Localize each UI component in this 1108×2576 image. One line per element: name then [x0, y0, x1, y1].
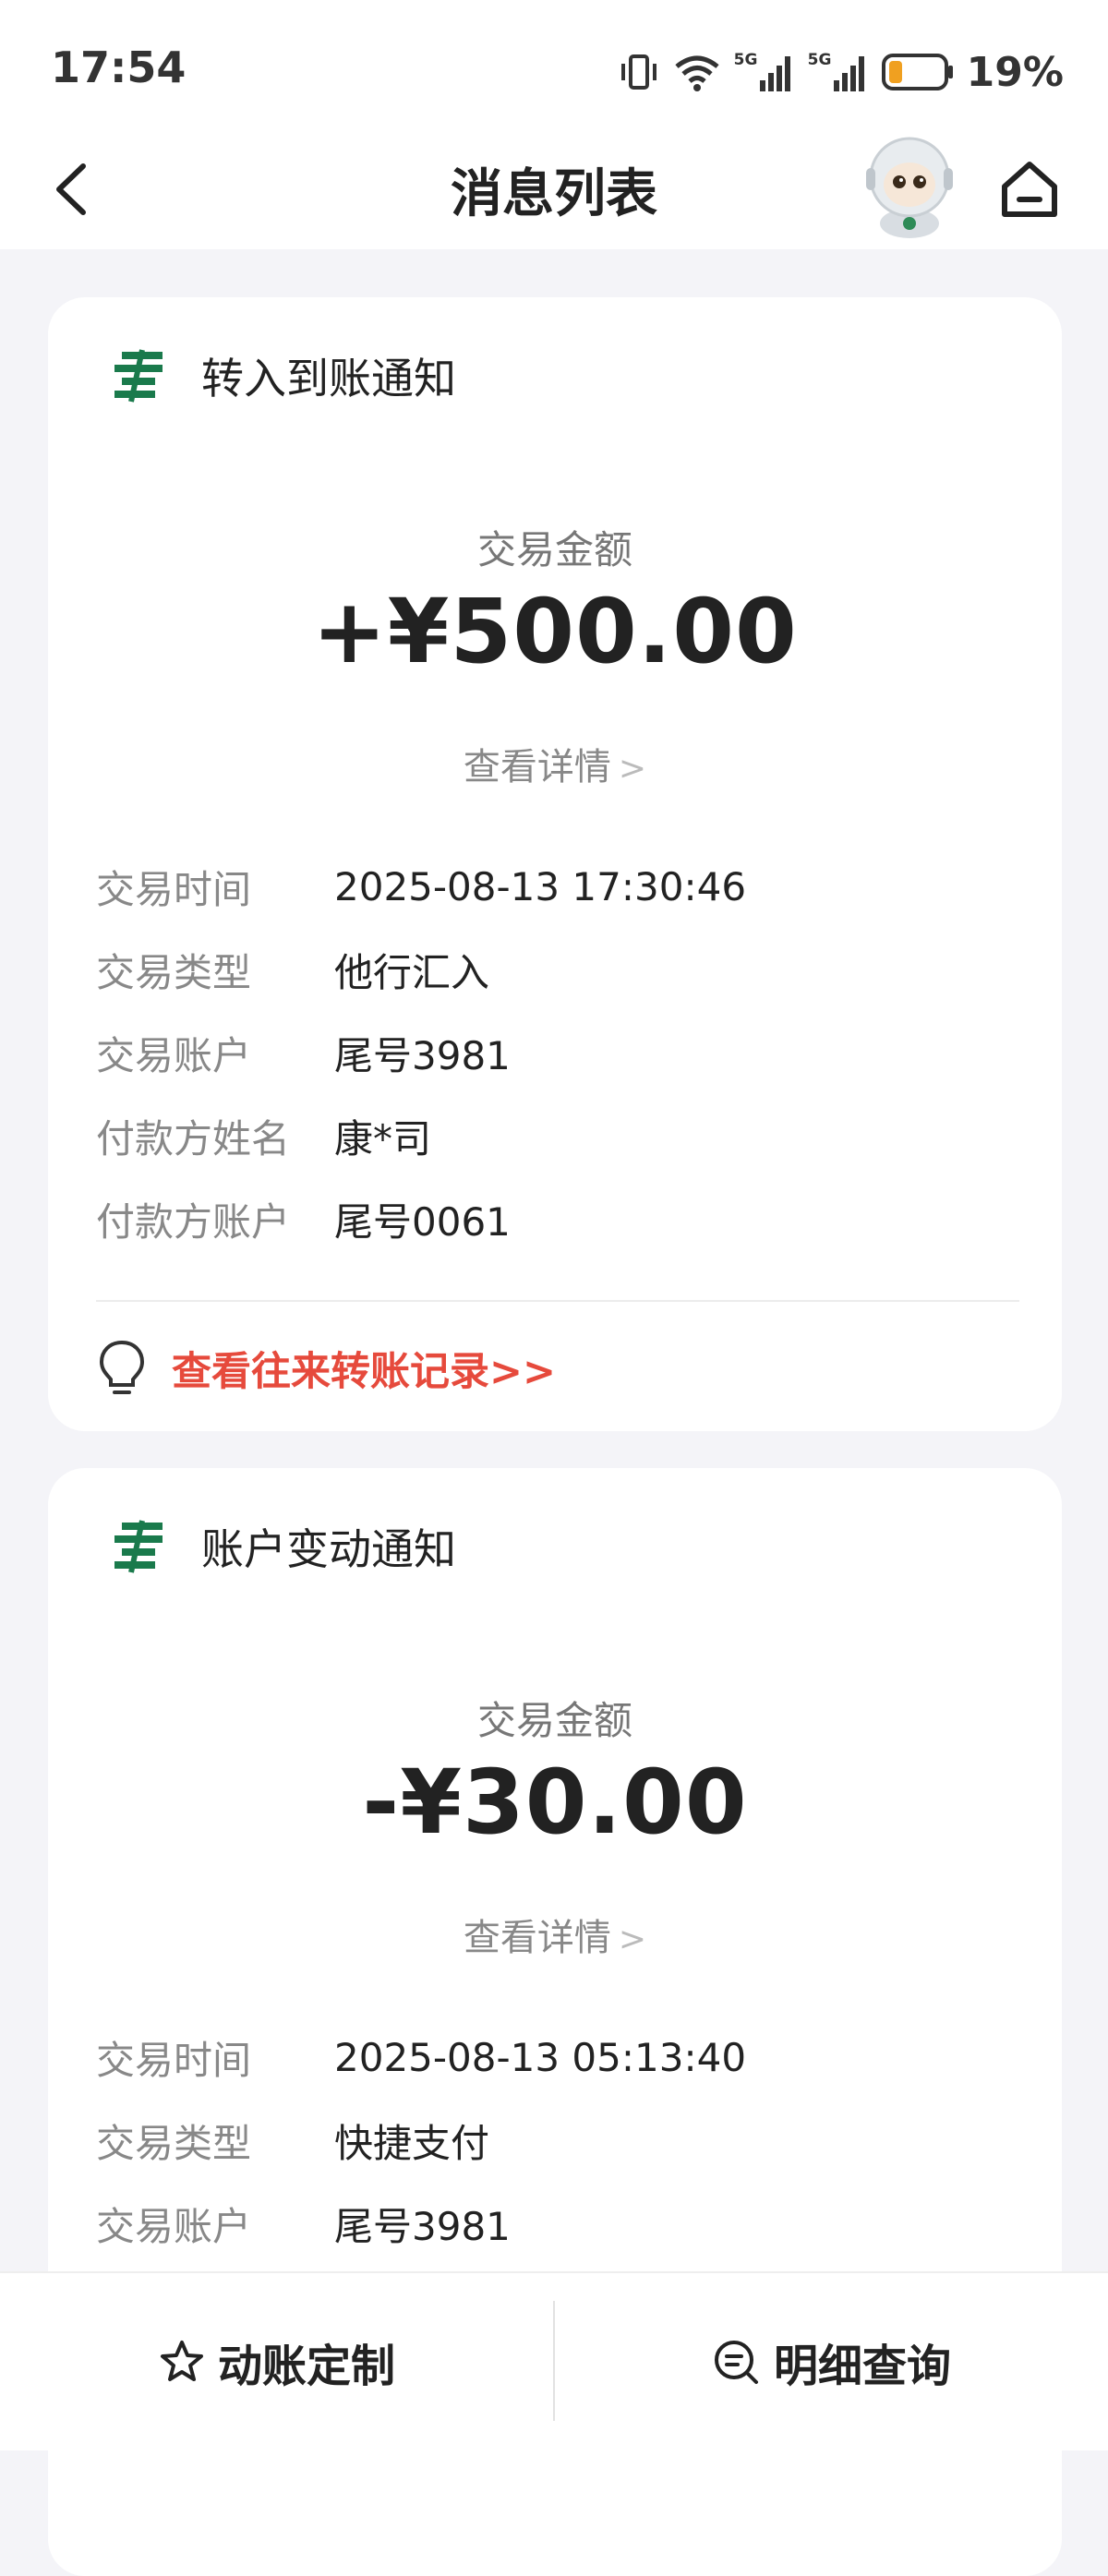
battery-percent: 19% [966, 48, 1064, 96]
account-alert-custom-button[interactable]: 动账定制 [0, 2273, 554, 2450]
postal-bank-logo-icon [114, 1520, 163, 1573]
detail-query-button[interactable]: 明细查询 [554, 2273, 1108, 2450]
lightbulb-icon [99, 1340, 145, 1394]
postal-bank-logo-icon [114, 349, 163, 403]
signal-icon-1: 5G [734, 51, 795, 93]
chevron-right-icon: > [618, 1920, 647, 1958]
wifi-icon [675, 55, 719, 91]
chevron-right-icon: > [618, 750, 647, 788]
info-row: 付款方账户 尾号0061 [96, 1198, 511, 1245]
transfer-history-link[interactable]: 查看往来转账记录>> [96, 1339, 556, 1398]
signal-icon-2: 5G [808, 51, 869, 93]
bottom-action-bar: 动账定制 明细查询 [0, 2271, 1108, 2450]
amount-value: +¥500.00 [312, 580, 798, 683]
info-row: 交易时间 2025-08-13 17:30:46 [96, 863, 747, 912]
info-row: 交易账户 尾号3981 [96, 2203, 511, 2249]
card-title: 账户变动通知 [201, 1524, 456, 1574]
nav-bar: 消息列表 [0, 129, 1108, 249]
card-title: 转入到账通知 [201, 354, 456, 403]
card-header: 转入到账通知 [105, 343, 456, 408]
vibrate-icon [620, 54, 656, 90]
star-settings-icon [160, 2341, 203, 2381]
card-header: 账户变动通知 [105, 1514, 456, 1579]
info-row: 交易账户 尾号3981 [96, 1032, 511, 1078]
view-detail-link[interactable]: 查看详情 > [48, 1908, 1062, 1961]
info-row: 交易时间 2025-08-13 05:13:40 [96, 2034, 747, 2083]
view-detail-link[interactable]: 查看详情 > [48, 737, 1062, 790]
battery-icon [881, 54, 953, 90]
info-row: 交易类型 他行汇入 [96, 949, 490, 995]
assistant-mascot-icon[interactable] [859, 131, 960, 240]
status-time: 17:54 [51, 42, 187, 92]
search-list-icon [714, 2341, 758, 2384]
amount-label: 交易金额 [476, 1698, 632, 1743]
amount-label: 交易金额 [476, 527, 632, 572]
info-row: 交易类型 快捷支付 [96, 2120, 490, 2166]
home-icon[interactable] [997, 157, 1062, 222]
status-bar: 17:54 5G 5G 19% [0, 0, 1108, 138]
message-card[interactable]: 转入到账通知 交易金额 +¥500.00 查看详情 > 交易时间 2025-08-… [48, 297, 1062, 1431]
divider [96, 1300, 1019, 1302]
amount-value: -¥30.00 [362, 1751, 748, 1854]
status-icons: 5G 5G 19% [618, 44, 1064, 100]
info-row: 付款方姓名 康*司 [96, 1115, 432, 1162]
